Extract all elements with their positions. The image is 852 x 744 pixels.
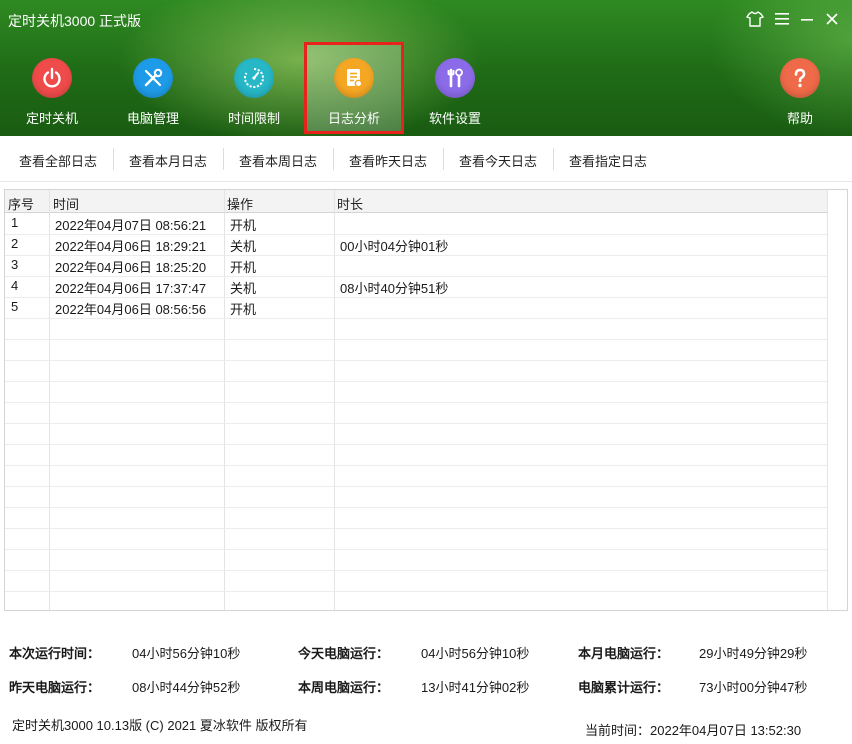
- cell-duration: 00小时04分钟01秒: [340, 239, 449, 254]
- grid-line: [5, 423, 847, 424]
- stat-value: 08小时44分钟52秒: [132, 680, 241, 695]
- stat-value: 04小时56分钟10秒: [132, 646, 241, 661]
- stat-label: 本月电脑运行：: [578, 646, 670, 661]
- nav-log-analysis[interactable]: 日志分析: [304, 42, 404, 134]
- nav-label: 软件设置: [428, 111, 481, 126]
- stat-value: 29小时49分钟29秒: [699, 646, 808, 661]
- cell-action: 开机: [230, 302, 257, 317]
- stat-value: 73小时00分钟47秒: [699, 680, 808, 695]
- skin-icon[interactable]: [744, 8, 766, 30]
- cell-action: 关机: [230, 281, 257, 296]
- stat-label: 本次运行时间：: [9, 646, 101, 661]
- grid-line: [5, 591, 847, 592]
- stat-label: 昨天电脑运行：: [9, 680, 101, 695]
- cell-action: 开机: [230, 218, 257, 233]
- cell-index: 4: [11, 278, 19, 293]
- table-header: 序号 时间 操作 时长: [5, 190, 847, 213]
- power-icon: [32, 58, 72, 98]
- cell-time: 2022年04月07日 08:56:21: [55, 218, 207, 233]
- nav-label: 帮助: [786, 111, 813, 126]
- cell-time: 2022年04月06日 08:56:56: [55, 302, 207, 317]
- view-yesterday-logs-button[interactable]: 查看昨天日志: [349, 151, 427, 170]
- grid-line: [5, 465, 847, 466]
- cell-index: 5: [11, 299, 19, 314]
- nav-shutdown[interactable]: 定时关机: [2, 42, 102, 134]
- grid-line: [5, 444, 847, 445]
- table-row[interactable]: 4 2022年04月06日 17:37:47 关机 08小时40分钟51秒: [5, 276, 847, 297]
- column-header-duration[interactable]: 时长: [337, 194, 363, 213]
- timer-icon: [234, 58, 274, 98]
- cell-action: 关机: [230, 239, 257, 254]
- divider: [443, 148, 444, 170]
- table-row[interactable]: 3 2022年04月06日 18:25:20 开机: [5, 255, 847, 276]
- stat-value: 13小时41分钟02秒: [421, 680, 530, 695]
- view-all-logs-button[interactable]: 查看全部日志: [19, 151, 97, 170]
- column-header-index[interactable]: 序号: [8, 194, 34, 213]
- grid-line: [5, 528, 847, 529]
- table-row[interactable]: 2 2022年04月06日 18:29:21 关机 00小时04分钟01秒: [5, 234, 847, 255]
- view-today-logs-button[interactable]: 查看今天日志: [459, 151, 537, 170]
- copyright-text: 定时关机3000 10.13版 (C) 2021 夏冰软件 版权所有: [12, 718, 308, 733]
- grid-line: [5, 570, 847, 571]
- minimize-icon[interactable]: [796, 8, 818, 30]
- grid-line: [5, 486, 847, 487]
- cell-index: 1: [11, 215, 19, 230]
- grid-line: [5, 402, 847, 403]
- cell-time: 2022年04月06日 18:25:20: [55, 260, 207, 275]
- grid-line: [5, 381, 847, 382]
- log-table[interactable]: 序号 时间 操作 时长 1 2022年04月07日 08:56:21 开机 2 …: [4, 189, 848, 611]
- cell-action: 开机: [230, 260, 257, 275]
- stat-value: 04小时56分钟10秒: [421, 646, 530, 661]
- nav-settings[interactable]: 软件设置: [405, 42, 505, 134]
- help-icon: [780, 58, 820, 98]
- cell-index: 2: [11, 236, 19, 251]
- log-filter-bar: 查看全部日志 查看本月日志 查看本周日志 查看昨天日志 查看今天日志 查看指定日…: [0, 136, 852, 182]
- cell-time: 2022年04月06日 18:29:21: [55, 239, 207, 254]
- grid-line: [5, 339, 847, 340]
- nav-label: 日志分析: [327, 111, 380, 126]
- nav-label: 电脑管理: [126, 111, 179, 126]
- tools-icon: [133, 58, 173, 98]
- nav-label: 定时关机: [25, 111, 78, 126]
- nav-time-limit[interactable]: 时间限制: [204, 42, 304, 134]
- grid-line: [5, 318, 847, 319]
- app-header: 定时关机3000 正式版 定时关机 电脑管理 时间限制 日志分析 软件设置 帮助: [0, 0, 852, 136]
- close-icon[interactable]: [821, 8, 843, 30]
- table-row[interactable]: 5 2022年04月06日 08:56:56 开机: [5, 297, 847, 318]
- menu-icon[interactable]: [771, 8, 793, 30]
- nav-help[interactable]: 帮助: [750, 42, 850, 134]
- stat-label: 本周电脑运行：: [298, 680, 390, 695]
- cell-index: 3: [11, 257, 19, 272]
- current-time: 当前时间：2022年04月07日 13:52:30: [585, 723, 802, 738]
- divider: [223, 148, 224, 170]
- view-week-logs-button[interactable]: 查看本周日志: [239, 151, 317, 170]
- divider: [113, 148, 114, 170]
- grid-line: [5, 507, 847, 508]
- stat-label: 今天电脑运行：: [298, 646, 390, 661]
- cell-duration: 08小时40分钟51秒: [340, 281, 449, 296]
- stat-label: 电脑累计运行：: [578, 680, 670, 695]
- view-specified-logs-button[interactable]: 查看指定日志: [569, 151, 647, 170]
- nav-label: 时间限制: [227, 111, 280, 126]
- grid-line: [5, 549, 847, 550]
- window-title: 定时关机3000 正式版: [8, 13, 142, 29]
- table-row[interactable]: 1 2022年04月07日 08:56:21 开机: [5, 213, 847, 234]
- divider: [333, 148, 334, 170]
- vertical-scrollbar[interactable]: [827, 190, 847, 610]
- column-header-action[interactable]: 操作: [227, 194, 253, 213]
- column-header-time[interactable]: 时间: [53, 194, 79, 213]
- view-month-logs-button[interactable]: 查看本月日志: [129, 151, 207, 170]
- settings-icon: [435, 58, 475, 98]
- divider: [553, 148, 554, 170]
- grid-line: [5, 360, 847, 361]
- cell-time: 2022年04月06日 17:37:47: [55, 281, 207, 296]
- nav-computer-manage[interactable]: 电脑管理: [103, 42, 203, 134]
- log-icon: [334, 58, 374, 98]
